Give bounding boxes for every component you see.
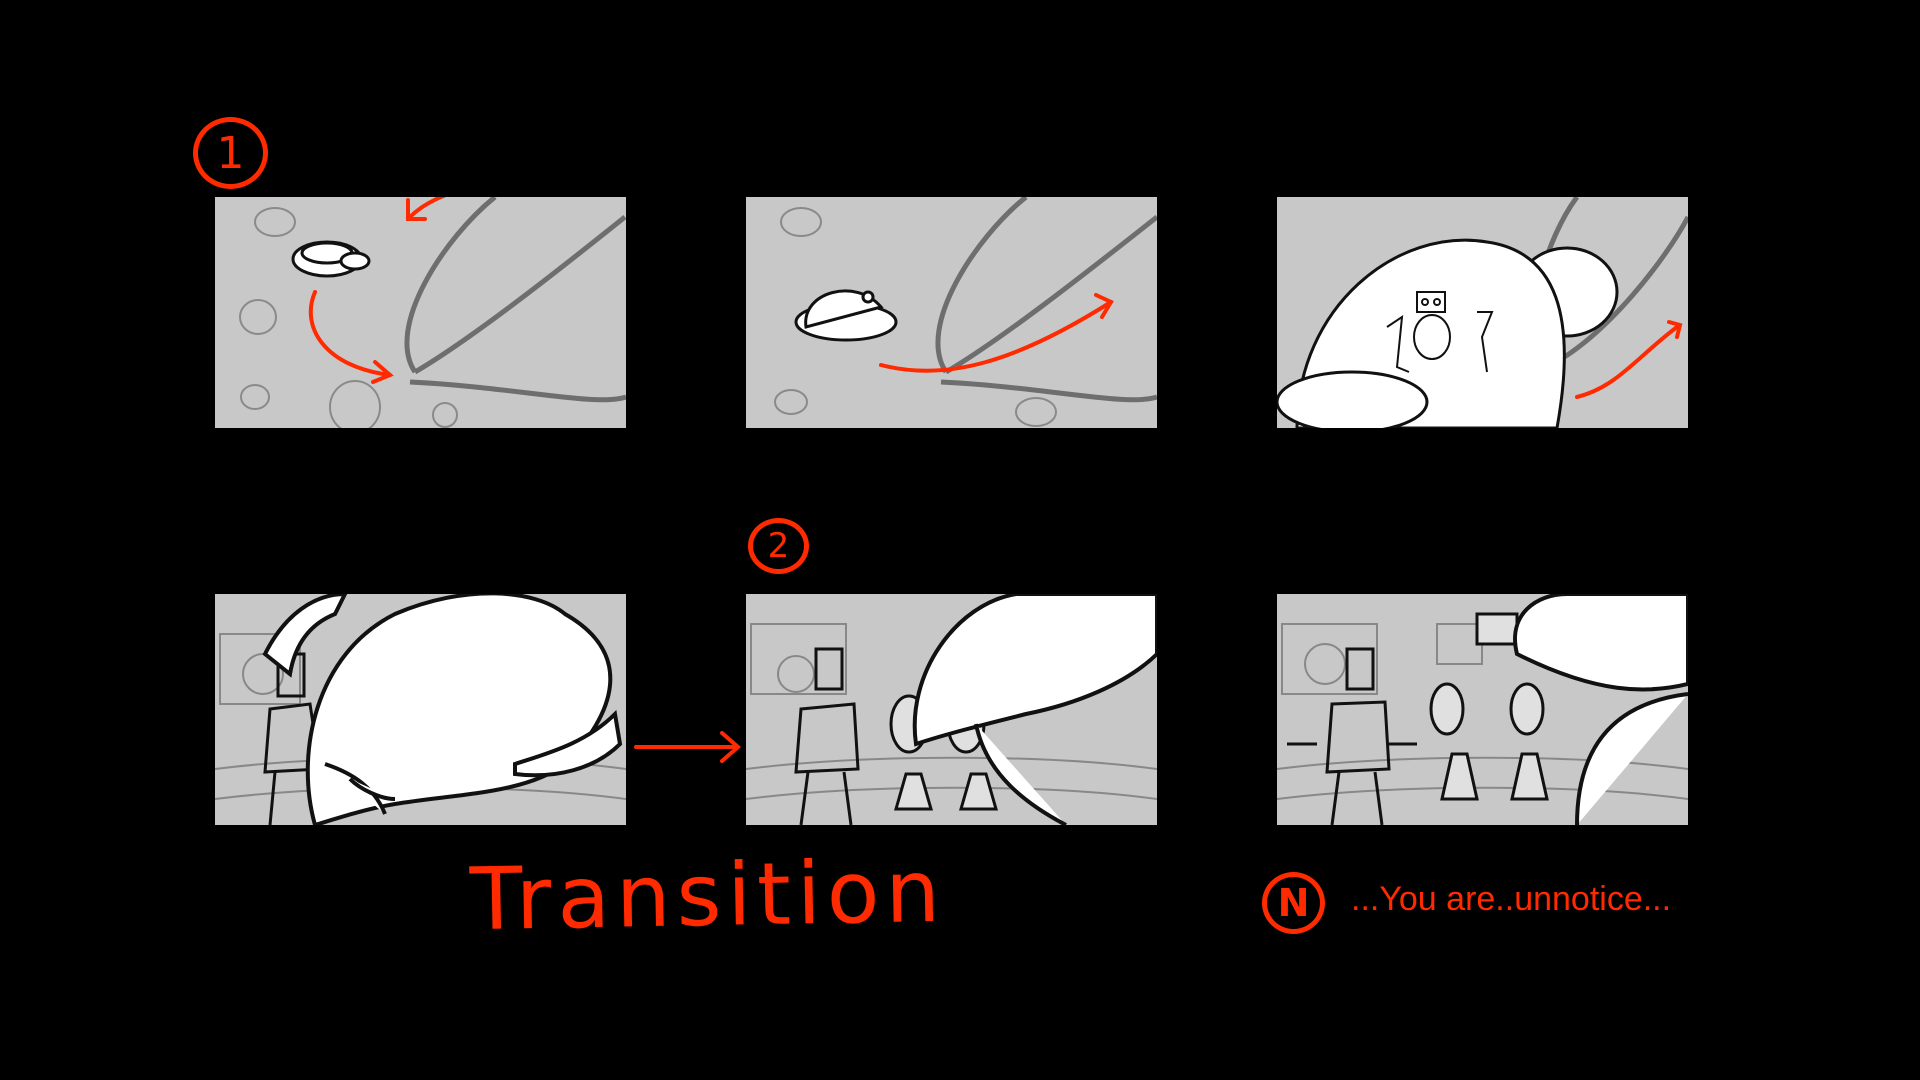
storyboard-panel-1 <box>215 197 626 428</box>
panel-6-sketch <box>1277 594 1688 825</box>
storyboard-panel-6 <box>1277 594 1688 825</box>
transition-arrow-icon <box>634 731 742 763</box>
note-marker: N <box>1262 872 1325 934</box>
storyboard-panel-5 <box>746 594 1157 825</box>
panel-2-sketch <box>774 197 1157 427</box>
scene-2-marker: 2 <box>748 518 809 574</box>
panel-4-sketch <box>215 594 626 825</box>
storyboard-panel-2 <box>746 197 1157 428</box>
panel-3-sketch <box>1277 197 1688 428</box>
storyboard-panel-4 <box>215 594 626 825</box>
panel-5-sketch <box>746 594 1157 825</box>
note-caption: ...You are..unnotice... <box>1351 880 1672 918</box>
scene-1-marker: 1 <box>193 117 268 189</box>
storyboard-panel-3 <box>1277 197 1688 428</box>
transition-caption: Transition <box>469 841 947 951</box>
panel-1-sketch <box>239 197 626 428</box>
